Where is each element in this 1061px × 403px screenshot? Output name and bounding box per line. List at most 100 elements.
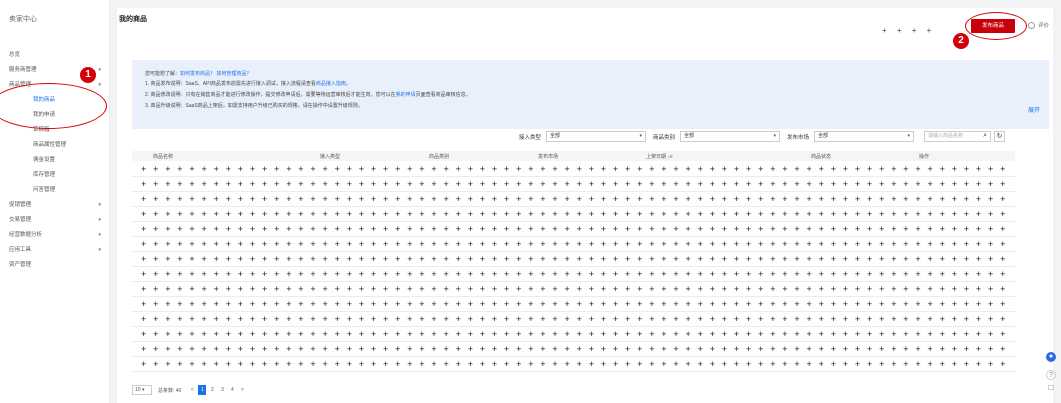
access-type-select[interactable]: 全部 ▾ <box>546 131 646 142</box>
placeholder-mark: + <box>782 299 788 309</box>
placeholder-mark: + <box>661 344 667 354</box>
access-type-label: 接入类型 <box>519 135 542 141</box>
placeholder-mark: + <box>854 299 861 309</box>
placeholder-mark: + <box>201 224 207 234</box>
placeholder-mark: + <box>806 269 812 279</box>
placeholder-mark: + <box>189 209 195 219</box>
placeholder-mark: + <box>516 254 522 264</box>
placeholder-mark: + <box>721 269 728 279</box>
page-2-button[interactable]: 2 <box>208 385 216 395</box>
col-listing-date[interactable]: 上架日期 ↓≡ <box>646 153 673 160</box>
sidebar-item-product-attributes[interactable]: 商品属性管理 <box>0 138 110 153</box>
placeholder-mark: + <box>818 239 824 249</box>
placeholder-mark: + <box>794 359 800 369</box>
sidebar-item-commission[interactable]: 佣金设置 <box>0 153 110 168</box>
placeholder-mark: + <box>419 344 425 354</box>
placeholder-mark: + <box>201 314 207 324</box>
search-icon[interactable]: ⌕ <box>983 131 987 140</box>
placeholder-mark: + <box>746 164 752 174</box>
placeholder-mark: + <box>588 179 594 189</box>
rate-link[interactable]: 评价 <box>1028 21 1049 29</box>
placeholder-mark: + <box>370 209 377 219</box>
placeholder-mark: + <box>758 209 764 219</box>
placeholder-mark: + <box>697 299 703 309</box>
placeholder-mark: + <box>165 314 171 324</box>
placeholder-mark: + <box>370 269 377 279</box>
placeholder-mark: + <box>370 314 377 324</box>
placeholder-mark: + <box>576 284 582 294</box>
placeholder-mark: + <box>746 239 752 249</box>
category-select[interactable]: 全部 ▾ <box>680 131 780 142</box>
next-page-button[interactable]: > <box>238 385 246 395</box>
page-size-select[interactable]: 10 ▾ <box>132 385 152 395</box>
page-4-button[interactable]: 4 <box>228 385 236 395</box>
placeholder-mark: + <box>733 164 740 174</box>
placeholder-mark: + <box>213 194 219 204</box>
notice-help-links[interactable]: 如何发布商品？ 如何管理商品？ <box>180 71 251 77</box>
product-search-input[interactable]: 请输入商品名称 ⌕ <box>924 131 991 142</box>
access-guide-link[interactable]: 商品接入指南 <box>316 81 346 87</box>
prev-page-button[interactable]: < <box>188 385 196 395</box>
placeholder-mark: + <box>903 284 909 294</box>
placeholder-mark: + <box>927 359 933 369</box>
placeholder-mark: + <box>407 224 413 234</box>
placeholder-mark: + <box>733 224 740 234</box>
placeholder-mark: + <box>685 269 691 279</box>
placeholder-mark: + <box>721 284 728 294</box>
placeholder-mark: + <box>915 179 921 189</box>
placeholder-mark: + <box>395 194 401 204</box>
placeholder-mark: + <box>600 239 607 249</box>
placeholder-mark: + <box>504 329 510 339</box>
refresh-icon[interactable]: ↻ <box>994 131 1005 142</box>
sidebar-item-overview[interactable]: 总览 <box>0 48 110 63</box>
page-3-button[interactable]: 3 <box>218 385 226 395</box>
placeholder-mark: + <box>951 164 957 174</box>
placeholder-mark: + <box>988 299 994 309</box>
placeholder-mark: + <box>407 254 413 264</box>
expand-link[interactable]: 展开 <box>1028 105 1040 114</box>
placeholder-mark: + <box>298 299 304 309</box>
placeholder-mark: + <box>249 359 256 369</box>
sidebar-item-tools[interactable]: 应用工具 ▾ <box>0 243 110 258</box>
placeholder-mark: + <box>854 194 861 204</box>
placeholder-mark: + <box>395 209 401 219</box>
sidebar-item-assets[interactable]: 资产管理 <box>0 258 110 273</box>
placeholder-mark: + <box>891 164 897 174</box>
placeholder-mark: + <box>854 269 861 279</box>
page-1-button[interactable]: 1 <box>198 385 207 395</box>
note-icon[interactable]: ☐ <box>1046 384 1056 394</box>
placeholder-mark: + <box>1000 269 1006 279</box>
my-applications-link[interactable]: 我的申请 <box>396 92 416 98</box>
placeholder-mark: + <box>709 344 715 354</box>
placeholder-mark: + <box>201 254 207 264</box>
placeholder-mark: + <box>249 299 256 309</box>
placeholder-mark: + <box>939 329 945 339</box>
placeholder-mark: + <box>975 164 982 174</box>
placeholder-mark: + <box>310 299 316 309</box>
placeholder-mark: + <box>262 254 268 264</box>
placeholder-mark: + <box>540 224 546 234</box>
chat-icon[interactable]: ● <box>1046 352 1056 362</box>
placeholder-mark: + <box>431 254 437 264</box>
placeholder-mark: + <box>249 314 256 324</box>
placeholder-mark: + <box>431 164 437 174</box>
placeholder-mark: + <box>709 314 715 324</box>
sidebar-item-qa[interactable]: 问答管理 <box>0 183 110 198</box>
placeholder-mark: + <box>346 194 352 204</box>
sidebar-item-promotion[interactable]: 促销管理 ▾ <box>0 198 110 213</box>
help-icon[interactable]: ? <box>1046 370 1056 380</box>
placeholder-mark: + <box>177 239 183 249</box>
placeholder-mark: + <box>697 314 703 324</box>
placeholder-mark: + <box>588 284 594 294</box>
placeholder-mark: + <box>564 269 570 279</box>
placeholder-mark: + <box>201 284 207 294</box>
placeholder-mark: + <box>818 209 824 219</box>
placeholder-mark: + <box>262 164 268 174</box>
market-select[interactable]: 全部 ▾ <box>814 131 914 142</box>
placeholder-mark: + <box>467 209 473 219</box>
placeholder-mark: + <box>649 239 655 249</box>
placeholder-mark: + <box>612 269 619 279</box>
sidebar-item-transactions[interactable]: 交易管理 ▾ <box>0 213 110 228</box>
sidebar-item-analytics[interactable]: 经营数据分析 ▾ <box>0 228 110 243</box>
sidebar-item-inventory[interactable]: 库存管理 <box>0 168 110 183</box>
